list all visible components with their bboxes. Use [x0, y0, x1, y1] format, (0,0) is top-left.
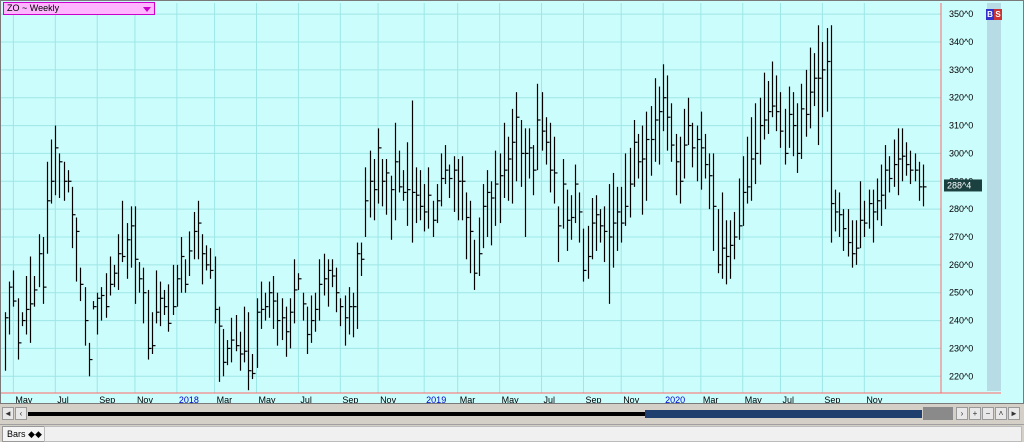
scroll-first-icon[interactable]: ◄: [2, 407, 14, 420]
scroll-right-icon[interactable]: ›: [956, 407, 968, 420]
x-tick-label: 2020: [665, 395, 685, 403]
chart-tab-bar: Bars ◆◆: [0, 424, 1024, 442]
chevron-down-icon[interactable]: [143, 7, 151, 12]
symbol-selector[interactable]: ZO ~ Weekly: [3, 2, 155, 15]
x-tick-label: Sep: [585, 395, 601, 403]
tab-bars-icon: ◆◆: [28, 429, 42, 439]
y-tick-label: 320^0: [949, 93, 973, 103]
x-tick-label: Nov: [623, 395, 640, 403]
y-tick-label: 300^0: [949, 148, 973, 158]
y-tick-label: 330^0: [949, 65, 973, 75]
price-chart: 220^0230^0240^0250^0260^0270^0280^0290^0…: [1, 3, 1001, 403]
x-tick-label: Jul: [782, 395, 794, 403]
x-tick-label: Nov: [380, 395, 397, 403]
y-tick-label: 230^0: [949, 343, 973, 353]
x-tick-label: 2018: [179, 395, 199, 403]
x-tick-label: Nov: [866, 395, 883, 403]
expand-icon[interactable]: ˄: [995, 407, 1007, 420]
x-tick-label: Jul: [57, 395, 69, 403]
tab-bars-label: Bars: [7, 429, 26, 439]
x-tick-label: Mar: [460, 395, 476, 403]
buy-badge[interactable]: B: [986, 9, 994, 20]
horizontal-scrollbar[interactable]: ◄ ‹ › + − ˄ ►: [0, 404, 1024, 424]
x-tick-label: Mar: [217, 395, 233, 403]
y-tick-label: 310^0: [949, 121, 973, 131]
y-tick-label: 240^0: [949, 316, 973, 326]
y-tick-label: 340^0: [949, 37, 973, 47]
y-tick-label: 220^0: [949, 371, 973, 381]
tab-bars[interactable]: Bars ◆◆: [2, 426, 47, 442]
buy-sell-badge[interactable]: BS: [986, 9, 1002, 20]
x-tick-label: Jul: [544, 395, 556, 403]
zoom-out-icon[interactable]: −: [982, 407, 994, 420]
chart-area[interactable]: 220^0230^0240^0250^0260^0270^0280^0290^0…: [0, 0, 1024, 404]
plot-background: [1, 3, 941, 393]
last-price-label: 288^4: [947, 180, 971, 190]
symbol-label: ZO ~ Weekly: [7, 3, 60, 13]
y-tick-label: 350^0: [949, 9, 973, 19]
scroll-end-area: [923, 407, 953, 420]
x-tick-label: Nov: [137, 395, 154, 403]
x-tick-label: May: [259, 395, 277, 403]
x-tick-label: Mar: [703, 395, 719, 403]
y-tick-label: 250^0: [949, 288, 973, 298]
sell-badge[interactable]: S: [994, 9, 1002, 20]
y-tick-label: 270^0: [949, 232, 973, 242]
x-tick-label: May: [502, 395, 520, 403]
right-strip: [987, 3, 1001, 391]
x-tick-label: Sep: [824, 395, 840, 403]
x-tick-label: Sep: [99, 395, 115, 403]
scroll-left-icon[interactable]: ‹: [15, 407, 27, 420]
x-tick-label: 2019: [426, 395, 446, 403]
x-tick-label: Jul: [300, 395, 312, 403]
x-tick-label: Sep: [342, 395, 358, 403]
x-tick-label: May: [745, 395, 763, 403]
scroll-thumb[interactable]: [645, 410, 922, 418]
scroll-last-icon[interactable]: ►: [1008, 407, 1020, 420]
zoom-in-icon[interactable]: +: [969, 407, 981, 420]
y-tick-label: 260^0: [949, 260, 973, 270]
x-tick-label: May: [15, 395, 33, 403]
tab-filler: [44, 426, 1022, 442]
y-tick-label: 280^0: [949, 204, 973, 214]
